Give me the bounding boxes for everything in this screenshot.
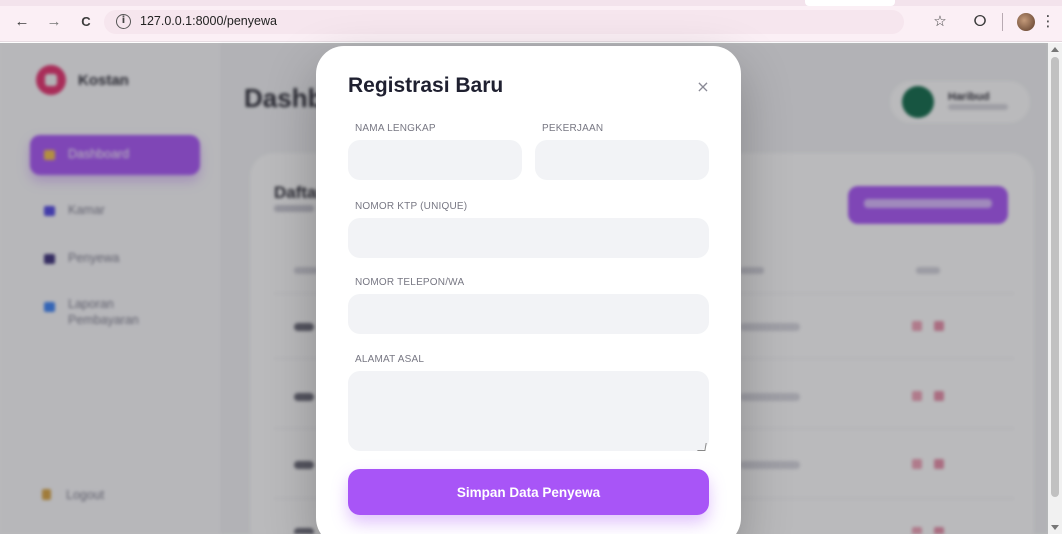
page-scrollbar[interactable] [1048, 43, 1062, 534]
scroll-down-arrow-icon[interactable] [1051, 525, 1059, 530]
tab-strip [0, 0, 1062, 6]
alamat-asal-textarea[interactable] [348, 371, 709, 451]
nomor-telepon-label: NOMOR TELEPON/WA [355, 277, 465, 288]
url-text[interactable]: 127.0.0.1:8000/penyewa [140, 14, 277, 28]
extensions-icon[interactable]: ⵔ [970, 12, 990, 32]
simpan-data-penyewa-button[interactable]: Simpan Data Penyewa [348, 469, 709, 515]
scroll-up-arrow-icon[interactable] [1051, 47, 1059, 52]
nama-lengkap-label: NAMA LENGKAP [355, 123, 436, 134]
reload-icon[interactable]: C [76, 12, 96, 32]
active-tab-edge[interactable] [805, 0, 895, 6]
site-info-icon[interactable]: i [116, 14, 131, 29]
pekerjaan-label: PEKERJAAN [542, 123, 604, 134]
modal-title: Registrasi Baru [348, 74, 504, 97]
textarea-resize-handle[interactable] [697, 443, 707, 451]
nomor-telepon-input[interactable] [348, 294, 709, 334]
kebab-menu-icon[interactable]: ⋮ [1040, 12, 1056, 32]
alamat-asal-label: ALAMAT ASAL [355, 354, 425, 365]
back-arrow-icon[interactable]: ← [12, 12, 32, 32]
registration-modal: Registrasi Baru × NAMA LENGKAP PEKERJAAN… [316, 46, 741, 534]
profile-avatar[interactable] [1017, 13, 1035, 31]
nama-lengkap-input[interactable] [348, 140, 522, 180]
nomor-ktp-label: NOMOR KTP (UNIQUE) [355, 201, 468, 212]
bookmark-star-icon[interactable]: ☆ [930, 12, 950, 32]
address-bar[interactable]: i 127.0.0.1:8000/penyewa [104, 10, 904, 34]
nomor-ktp-input[interactable] [348, 218, 709, 258]
toolbar-divider [1002, 13, 1003, 31]
browser-toolbar: ← → C i 127.0.0.1:8000/penyewa ☆ ⵔ ⋮ [0, 0, 1062, 42]
scrollbar-thumb[interactable] [1051, 57, 1059, 497]
close-icon[interactable]: × [692, 76, 714, 98]
forward-arrow-icon[interactable]: → [44, 12, 64, 32]
pekerjaan-input[interactable] [535, 140, 709, 180]
